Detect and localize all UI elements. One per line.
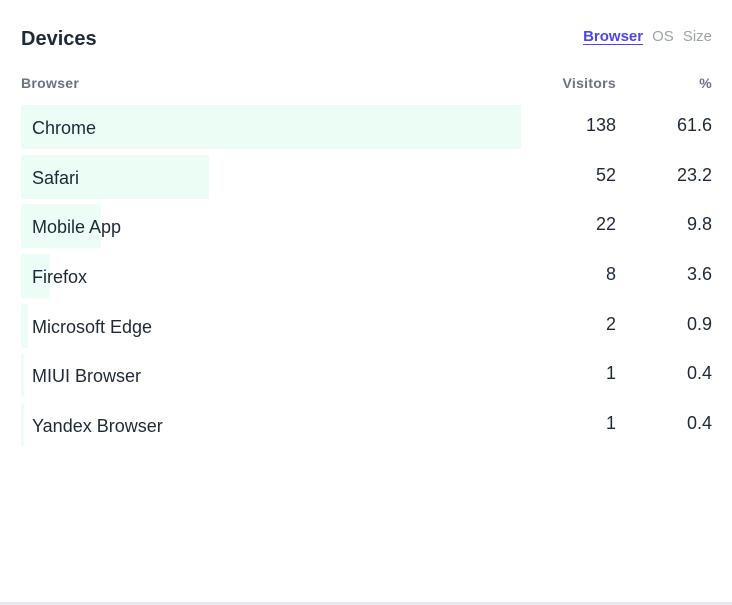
browser-name[interactable]: Chrome <box>32 118 96 139</box>
visitors-count: 138 <box>585 115 616 135</box>
tab-size[interactable]: Size <box>683 28 712 45</box>
table-row[interactable]: Safari 52 23.2 <box>21 154 712 199</box>
browser-name[interactable]: MIUI Browser <box>32 366 141 387</box>
card-title: Devices <box>21 28 97 50</box>
visitors-percent: 61.6 <box>676 115 712 135</box>
tab-browser[interactable]: Browser <box>583 28 643 45</box>
browser-name[interactable]: Microsoft Edge <box>32 317 152 338</box>
table-row[interactable]: Chrome 138 61.6 <box>21 105 712 149</box>
visitors-percent: 0.4 <box>686 363 712 384</box>
browser-name[interactable]: Mobile App <box>32 217 121 238</box>
tab-os[interactable]: OS <box>652 28 674 45</box>
visitors-count: 52 <box>595 164 616 185</box>
browser-name[interactable]: Safari <box>32 168 79 189</box>
browser-name[interactable]: Yandex Browser <box>32 416 163 437</box>
visitors-count: 22 <box>595 214 616 235</box>
column-header-browser: Browser <box>21 75 80 91</box>
table-row[interactable]: Mobile App 22 9.8 <box>21 204 712 249</box>
browser-name[interactable]: Firefox <box>32 267 87 288</box>
visitors-count: 8 <box>605 264 616 285</box>
devices-card: Devices Browser OS Size Browser Visitors… <box>0 0 732 603</box>
browser-list: Chrome 138 61.6 Safari 52 23.2 Mobile Ap… <box>21 105 712 453</box>
share-bar <box>21 353 25 398</box>
column-header-visitors: Visitors <box>562 75 616 91</box>
table-row[interactable]: Firefox 8 3.6 <box>21 254 712 299</box>
visitors-count: 2 <box>605 313 616 334</box>
table-row[interactable]: Yandex Browser 1 0.4 <box>21 403 712 448</box>
share-bar <box>21 403 25 448</box>
visitors-percent: 0.9 <box>686 313 712 334</box>
visitors-percent: 3.6 <box>686 264 712 285</box>
visitors-count: 1 <box>605 363 616 384</box>
device-tabs: Browser OS Size <box>583 28 712 45</box>
visitors-percent: 9.8 <box>686 214 712 235</box>
table-header: Browser Visitors % <box>21 75 712 93</box>
table-row[interactable]: Microsoft Edge 2 0.9 <box>21 303 712 348</box>
column-header-percent: % <box>699 75 712 91</box>
table-row[interactable]: MIUI Browser 1 0.4 <box>21 353 712 398</box>
visitors-percent: 0.4 <box>686 413 712 434</box>
share-bar <box>21 303 29 348</box>
visitors-count: 1 <box>605 413 616 434</box>
visitors-percent: 23.2 <box>676 164 712 185</box>
